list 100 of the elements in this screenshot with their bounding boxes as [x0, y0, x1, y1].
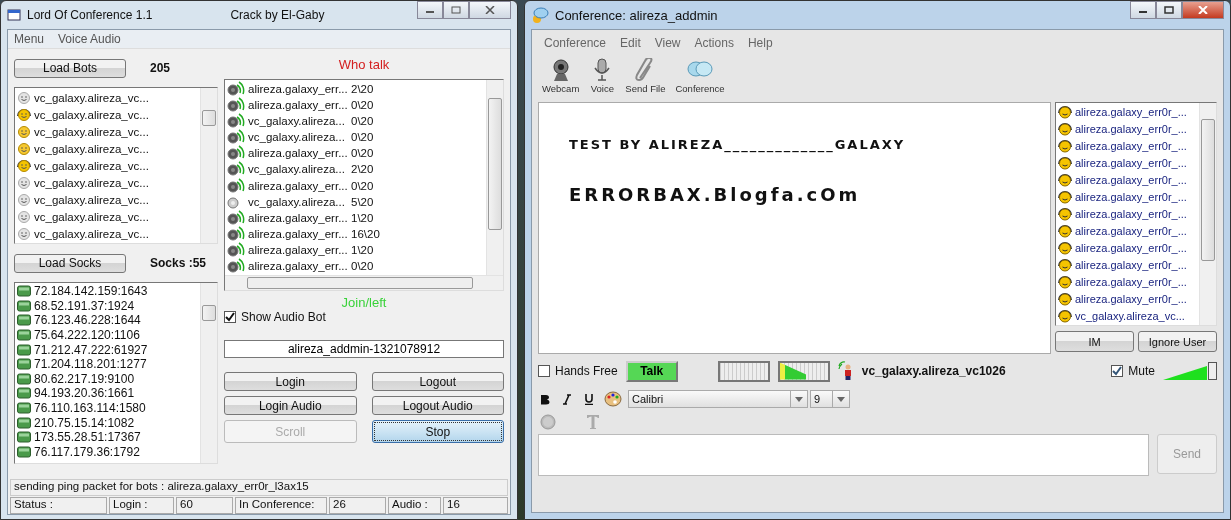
sock-item[interactable]: 71.212.47.222:61927 — [17, 342, 198, 357]
hands-free-checkbox[interactable]: Hands Free — [538, 364, 618, 378]
message-input[interactable] — [538, 434, 1149, 476]
toolbar-button[interactable]: Send File — [625, 58, 666, 102]
bot-item[interactable]: vc_galaxy.alireza_vc... — [17, 191, 198, 208]
close-button[interactable] — [1182, 1, 1224, 19]
bot-item[interactable]: vc_galaxy.alireza_vc... — [17, 106, 198, 123]
sock-item[interactable]: 76.110.163.114:1580 — [17, 400, 198, 416]
action-button[interactable]: Login Audio — [224, 396, 357, 415]
menu-item[interactable]: View — [654, 36, 681, 50]
server-icon — [17, 314, 31, 327]
room-field[interactable]: alireza_addmin-1321078912 — [224, 340, 504, 358]
toolbar-button[interactable]: Conference — [675, 58, 725, 102]
close-button[interactable] — [469, 1, 511, 19]
font-dropdown[interactable]: Calibri — [628, 390, 808, 408]
talker-item[interactable]: vc_galaxy.alireza... 0\20 — [227, 129, 484, 146]
user-item[interactable]: alireza.galaxy_err0r_... — [1058, 205, 1197, 223]
action-button[interactable]: Logout — [371, 372, 504, 391]
menu-item[interactable]: Menu — [14, 32, 45, 46]
talk-button[interactable]: Talk — [625, 360, 678, 382]
user-item[interactable]: alireza.galaxy_err0r_... — [1058, 290, 1197, 308]
horizontal-scrollbar[interactable] — [225, 275, 503, 290]
menu-item[interactable]: Actions — [694, 36, 734, 50]
sock-item[interactable]: 72.184.142.159:1643 — [17, 284, 198, 299]
user-item[interactable]: alireza.galaxy_err0r_... — [1058, 171, 1197, 189]
bot-item[interactable]: vc_galaxy.alireza_vc... — [17, 157, 198, 174]
action-button[interactable]: Logout Audio — [371, 396, 504, 415]
italic-icon[interactable] — [560, 391, 574, 407]
bot-item[interactable]: vc_galaxy.alireza_vc... — [17, 140, 198, 157]
talker-name: vc_galaxy.alireza... — [248, 115, 346, 128]
talker-item[interactable]: alireza.galaxy_err... 0\20 — [227, 257, 484, 274]
maximize-button[interactable] — [1156, 1, 1182, 19]
maximize-button[interactable] — [443, 1, 469, 19]
talker-item[interactable]: alireza.galaxy_err... 16\20 — [227, 225, 484, 242]
talker-item[interactable]: vc_galaxy.alireza... 2\20 — [227, 161, 484, 178]
minimize-button[interactable] — [417, 1, 443, 19]
talker-item[interactable]: alireza.galaxy_err... 0\20 — [227, 177, 484, 194]
minimize-button[interactable] — [1130, 1, 1156, 19]
talker-name: alireza.galaxy_err... — [248, 179, 348, 192]
ignore-user-button[interactable]: Ignore User — [1138, 331, 1217, 352]
server-icon — [17, 285, 31, 298]
menu-item[interactable]: Conference — [544, 36, 607, 50]
window-title: Conference: alireza_addmin — [555, 7, 718, 23]
user-item[interactable]: alireza.galaxy_err0r_... — [1058, 273, 1197, 291]
talker-item[interactable]: vc_galaxy.alireza... 0\20 — [227, 113, 484, 130]
user-item[interactable]: alireza.galaxy_err0r_... — [1058, 137, 1197, 155]
sock-item[interactable]: 210.75.15.14:1082 — [17, 415, 198, 430]
server-icon — [17, 416, 31, 429]
sock-address: 80.62.217.19:9100 — [34, 371, 135, 386]
user-item[interactable]: alireza.galaxy_err0r_... — [1058, 239, 1197, 257]
im-button[interactable]: IM — [1055, 331, 1134, 352]
menu-item[interactable]: Help — [747, 36, 773, 50]
user-name: alireza.galaxy_err0r_... — [1075, 123, 1187, 136]
menu-item[interactable]: Edit — [620, 36, 641, 50]
talker-item[interactable]: vc_galaxy.alireza... 5\20 — [227, 193, 484, 210]
talker-item[interactable]: alireza.galaxy_err... 0\20 — [227, 145, 484, 162]
user-item[interactable]: alireza.galaxy_err0r_... — [1058, 104, 1197, 121]
talker-item[interactable]: alireza.galaxy_err... 0\20 — [227, 97, 484, 114]
mute-checkbox[interactable]: Mute — [1111, 364, 1155, 378]
check-icon — [225, 312, 235, 322]
sock-item[interactable]: 76.123.46.228:1644 — [17, 313, 198, 328]
load-bots-button[interactable]: Load Bots — [14, 58, 126, 78]
scrollbar[interactable] — [1199, 103, 1216, 325]
underline-icon[interactable] — [582, 391, 596, 407]
action-button[interactable]: Stop — [371, 420, 504, 443]
talker-item[interactable]: alireza.galaxy_err... 1\20 — [227, 209, 484, 226]
bot-item[interactable]: vc_galaxy.alireza_vc... — [17, 208, 198, 225]
scrollbar[interactable] — [200, 283, 217, 463]
user-item[interactable]: vc_galaxy.alireza_vc... — [1058, 307, 1197, 324]
bot-item[interactable]: vc_galaxy.alireza_vc... — [17, 123, 198, 140]
bot-item[interactable]: vc_galaxy.alireza_vc... — [17, 174, 198, 191]
scrollbar[interactable] — [486, 80, 503, 275]
action-button[interactable]: Login — [224, 372, 357, 391]
palette-icon[interactable] — [604, 391, 622, 407]
user-item[interactable]: alireza.galaxy_err0r_... — [1058, 222, 1197, 240]
talk-count: 0\20 — [351, 147, 374, 160]
toolbar-button[interactable]: Webcam — [542, 58, 580, 102]
sock-item[interactable]: 68.52.191.37:1924 — [17, 298, 198, 314]
user-item[interactable]: alireza.galaxy_err0r_... — [1058, 120, 1197, 138]
user-item[interactable]: alireza.galaxy_err0r_... — [1058, 256, 1197, 274]
sock-item[interactable]: 75.64.222.120:1106 — [17, 327, 198, 343]
menu-item[interactable]: Voice Audio — [58, 32, 121, 46]
sock-item[interactable]: 76.117.179.36:1792 — [17, 444, 198, 460]
sock-item[interactable]: 71.204.118.201:1277 — [17, 356, 198, 372]
talker-item[interactable]: alireza.galaxy_err... 2\20 — [227, 81, 484, 98]
load-socks-button[interactable]: Load Socks — [14, 253, 126, 273]
font-size-dropdown[interactable]: 9 — [810, 390, 850, 408]
sock-item[interactable]: 94.193.20.36:1661 — [17, 386, 198, 401]
bot-item[interactable]: vc_galaxy.alireza_vc... — [17, 225, 198, 242]
toolbar-button[interactable]: Voice — [589, 58, 616, 102]
bot-item[interactable]: vc_galaxy.alireza_vc... — [17, 89, 198, 106]
user-item[interactable]: alireza.galaxy_err0r_... — [1058, 188, 1197, 206]
volume-slider[interactable] — [1163, 362, 1217, 380]
scrollbar[interactable] — [200, 88, 217, 243]
sock-item[interactable]: 173.55.28.51:17367 — [17, 429, 198, 445]
sock-item[interactable]: 80.62.217.19:9100 — [17, 371, 198, 387]
talker-item[interactable]: alireza.galaxy_err... 1\20 — [227, 241, 484, 258]
show-audio-bot-checkbox[interactable]: Show Audio Bot — [224, 310, 504, 324]
status-field: Login : — [109, 497, 174, 514]
user-item[interactable]: alireza.galaxy_err0r_... — [1058, 154, 1197, 172]
